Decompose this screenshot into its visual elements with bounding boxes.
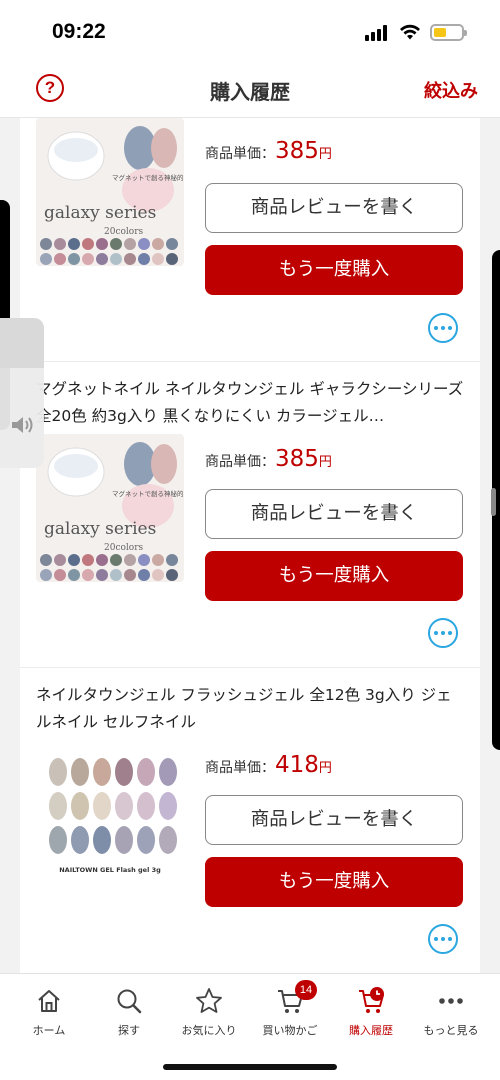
thumb-caption: galaxy series [44,519,156,539]
thumb-sub: 20colors [104,543,144,553]
price-value: 418 [275,752,319,778]
speaker-icon [12,417,33,433]
tab-label: もっと見る [423,1024,479,1037]
thumb-caption: NAILTOWN GEL Flash gel 3g [59,866,161,874]
search-icon [117,989,142,1014]
price-row: 商品単価：385円 [205,446,332,472]
buy-again-button[interactable]: もう一度購入 [205,551,463,601]
more-options-icon[interactable] [428,313,458,343]
thumb-tag: マグネットで創る神秘的な輝き [112,173,184,182]
product-title[interactable]: マグネットネイル ネイルタウンジェル ギャラクシーシリーズ 全20色 約3g入り… [36,376,466,430]
order-list[interactable]: galaxy series 20colors マグネットで創る神秘的な輝き 商品… [20,118,480,973]
order-card: ネイルタウンジェル フラッシュジェル 全12色 3g入り ジェルネイル セルフネ… [20,668,480,973]
battery-icon [430,24,467,41]
tab-label: 買い物かご [262,1024,318,1037]
thumb-tag: マグネットで創る神秘的な輝き [112,489,184,498]
purchase-history-icon [359,987,384,1013]
thumb-caption: galaxy series [44,203,156,223]
product-thumbnail[interactable]: galaxy series 20colors マグネットで創る神秘的な輝き [36,434,184,582]
write-review-button[interactable]: 商品レビューを書く [205,183,463,233]
price-row: 商品単価：418円 [205,752,332,778]
home-icon [38,990,60,1012]
filter-button[interactable]: 絞込み [424,77,478,103]
product-title[interactable]: ネイルタウンジェル フラッシュジェル 全12色 3g入り ジェルネイル セルフネ… [36,682,466,736]
more-dots-icon [439,998,463,1004]
tab-label: ホーム [32,1024,66,1037]
star-icon [196,988,222,1013]
tab-label: 探す [118,1024,140,1037]
app-header: ? 購入履歴 絞込み [0,62,500,118]
galaxy-gel-product-image: galaxy series 20colors マグネットで創る神秘的な輝き [36,434,184,582]
price-row: 商品単価：385円 [205,138,332,164]
write-review-button[interactable]: 商品レビューを書く [205,489,463,539]
screen: 09:22 ? 購入履歴 絞込み galaxy series 20colors … [0,0,500,1080]
more-options-icon[interactable] [428,618,458,648]
tab-search[interactable]: 探す [88,982,170,1038]
cart-count-badge: 14 [295,980,317,1000]
price-value: 385 [275,446,319,472]
tab-cart[interactable]: 14 買い物かご [249,980,331,1038]
currency-label: 円 [318,761,332,776]
volume-level [0,318,44,368]
currency-label: 円 [318,455,332,470]
price-label: 商品単価： [205,760,275,776]
tab-more[interactable]: もっと見る [410,982,492,1038]
status-bar: 09:22 [0,0,500,62]
buy-again-button[interactable]: もう一度購入 [205,857,463,907]
price-label: 商品単価： [205,146,275,162]
status-time: 09:22 [52,20,106,43]
tab-favorites[interactable]: お気に入り [168,982,250,1038]
tab-label: 購入履歴 [349,1024,393,1037]
galaxy-gel-product-image: galaxy series 20colors マグネットで創る神秘的な輝き [36,118,184,266]
volume-slider[interactable] [0,318,44,468]
home-indicator[interactable] [163,1064,337,1070]
tab-label: お気に入り [181,1024,237,1037]
tab-purchase-history[interactable]: 購入履歴 [330,982,412,1038]
wifi-icon [400,24,420,40]
price-label: 商品単価： [205,454,275,470]
order-card: マグネットネイル ネイルタウンジェル ギャラクシーシリーズ 全20色 約3g入り… [20,362,480,668]
order-card: galaxy series 20colors マグネットで創る神秘的な輝き 商品… [20,118,480,362]
cellular-signal-icon [365,25,391,41]
more-options-icon[interactable] [428,924,458,954]
thumb-sub: 20colors [104,227,144,237]
buy-again-button[interactable]: もう一度購入 [205,245,463,295]
product-thumbnail[interactable]: NAILTOWN GEL Flash gel 3g [36,754,184,902]
tab-home[interactable]: ホーム [8,982,90,1038]
product-thumbnail[interactable]: galaxy series 20colors マグネットで創る神秘的な輝き [36,118,184,266]
price-value: 385 [275,138,319,164]
write-review-button[interactable]: 商品レビューを書く [205,795,463,845]
flash-gel-product-image: NAILTOWN GEL Flash gel 3g [36,754,184,902]
currency-label: 円 [318,147,332,162]
scrollbar[interactable] [491,488,496,516]
